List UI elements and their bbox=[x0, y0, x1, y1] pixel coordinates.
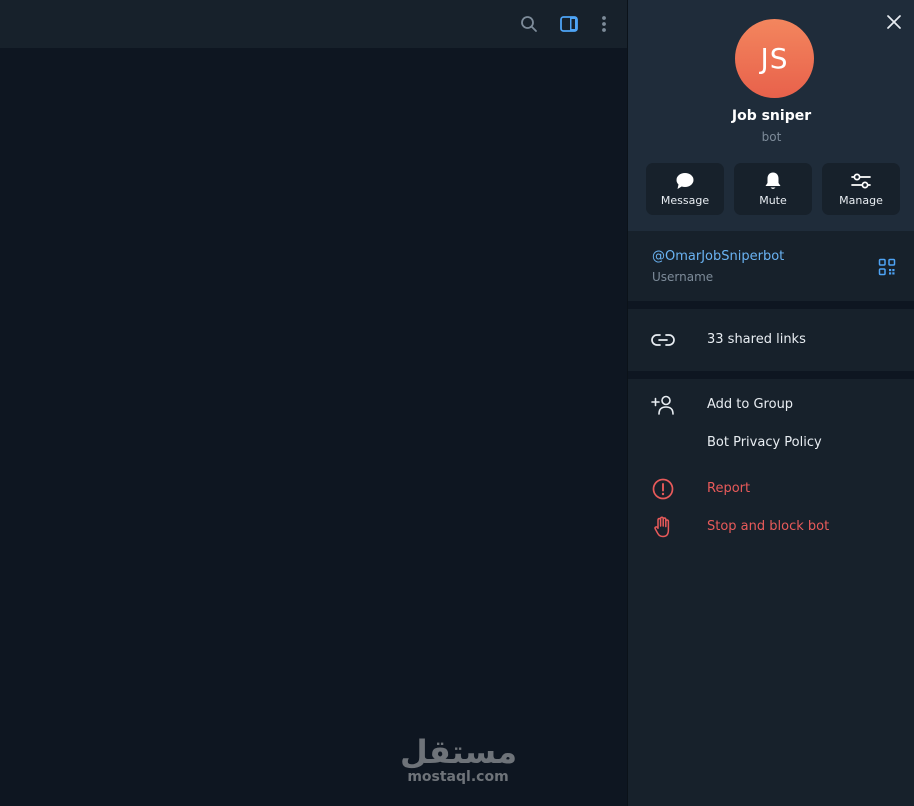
close-icon bbox=[887, 15, 901, 29]
profile-subtitle: bot bbox=[761, 130, 782, 144]
chat-area: مستقل mostaql.com bbox=[0, 0, 627, 806]
profile-header: JS Job sniper bot Message Mute Manage bbox=[628, 0, 914, 231]
mostaql-watermark: مستقل mostaql.com bbox=[400, 733, 516, 785]
manage-button-label: Manage bbox=[839, 194, 883, 207]
message-bubble-icon bbox=[676, 173, 694, 189]
bot-privacy-policy-label: Bot Privacy Policy bbox=[707, 435, 822, 450]
search-button[interactable] bbox=[515, 10, 543, 38]
mute-button[interactable]: Mute bbox=[734, 163, 812, 215]
right-panel-toggle-icon bbox=[560, 16, 578, 32]
section-divider bbox=[628, 371, 914, 379]
qr-code-button[interactable] bbox=[878, 258, 898, 278]
report-label: Report bbox=[707, 481, 751, 496]
shared-links-row[interactable]: 33 shared links bbox=[628, 321, 914, 359]
message-button-label: Message bbox=[660, 194, 710, 207]
search-icon bbox=[521, 16, 537, 32]
username-caption: Username bbox=[652, 270, 714, 284]
alert-circle-icon bbox=[652, 478, 674, 500]
more-menu-button[interactable] bbox=[590, 10, 618, 38]
stop-and-block-bot-row[interactable]: Stop and block bot bbox=[628, 508, 914, 546]
qr-code-icon bbox=[878, 258, 896, 276]
profile-panel: JS Job sniper bot Message Mute Manage @O… bbox=[627, 0, 914, 806]
manage-button[interactable]: Manage bbox=[822, 163, 900, 215]
stop-and-block-bot-label: Stop and block bot bbox=[707, 519, 830, 534]
report-row[interactable]: Report bbox=[628, 470, 914, 508]
link-icon bbox=[651, 334, 675, 346]
message-button[interactable]: Message bbox=[646, 163, 724, 215]
sliders-icon bbox=[851, 173, 871, 189]
close-panel-button[interactable] bbox=[882, 10, 906, 34]
add-user-icon bbox=[651, 395, 674, 415]
section-divider bbox=[628, 301, 914, 309]
avatar[interactable]: JS bbox=[735, 19, 814, 98]
bot-privacy-policy-row[interactable]: Bot Privacy Policy bbox=[628, 424, 914, 462]
bot-actions-section: Add to Group Bot Privacy Policy Report S… bbox=[628, 379, 914, 806]
toggle-profile-panel-button[interactable] bbox=[555, 10, 583, 38]
shared-links-label: 33 shared links bbox=[707, 332, 806, 347]
mute-button-label: Mute bbox=[759, 194, 787, 207]
action-buttons: Message Mute Manage bbox=[646, 163, 901, 215]
more-vertical-icon bbox=[602, 16, 606, 32]
profile-name: Job sniper bbox=[731, 108, 812, 124]
add-to-group-row[interactable]: Add to Group bbox=[628, 386, 914, 424]
bell-icon bbox=[765, 172, 781, 189]
add-to-group-label: Add to Group bbox=[707, 397, 794, 412]
watermark-arabic: مستقل bbox=[400, 733, 518, 771]
watermark-latin: mostaql.com bbox=[407, 769, 509, 785]
hand-stop-icon bbox=[654, 516, 670, 538]
shared-links-section: 33 shared links bbox=[628, 309, 914, 371]
username-value[interactable]: @OmarJobSniperbot bbox=[652, 249, 784, 264]
chat-header bbox=[0, 0, 627, 48]
telegram-window: مستقل mostaql.com JS Job sniper bot Mess… bbox=[0, 0, 914, 806]
username-section: @OmarJobSniperbot Username bbox=[628, 231, 914, 301]
